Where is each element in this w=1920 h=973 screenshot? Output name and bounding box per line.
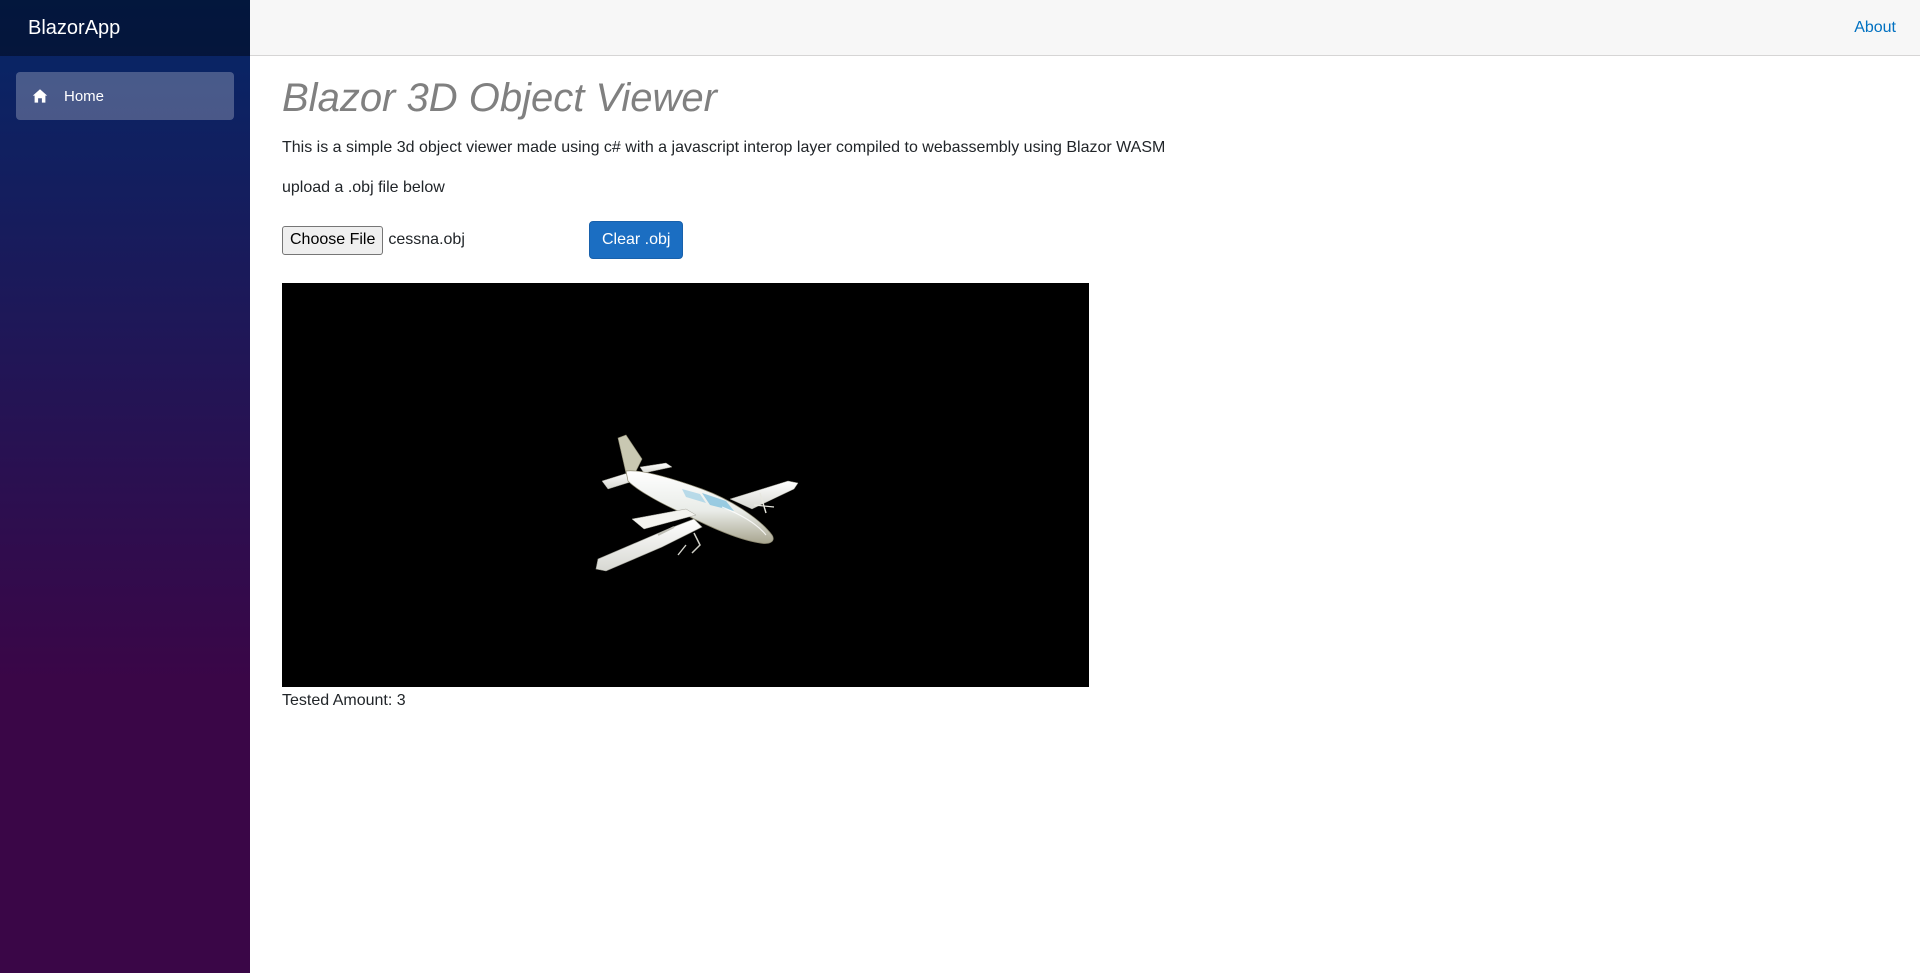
selected-file-name: cessna.obj [388,231,465,248]
airplane-model [595,434,799,572]
page-description: This is a simple 3d object viewer made u… [282,139,1166,156]
sidebar: BlazorApp Home [0,0,250,973]
sidebar-item-label: Home [64,87,105,105]
brand-link[interactable]: BlazorApp [28,17,120,40]
sidebar-nav: Home [0,56,250,120]
app-root: BlazorApp Home About Blazor 3D Object Vi… [0,0,1920,973]
upload-instruction: upload a .obj file below [282,179,445,196]
page-title: Blazor 3D Object Viewer [282,76,717,120]
clear-obj-button[interactable]: Clear .obj [589,221,684,259]
main-area: About Blazor 3D Object Viewer This is a … [250,0,1920,973]
file-controls: Choose File cessna.obj Clear .obj [282,221,1920,259]
choose-file-button[interactable]: Choose File [282,225,384,255]
3d-viewer-canvas[interactable] [282,283,1089,687]
tested-amount: Tested Amount: 3 [282,692,406,709]
about-link[interactable]: About [1854,19,1896,37]
file-input[interactable]: Choose File cessna.obj [282,225,589,255]
sidebar-item-home[interactable]: Home [16,72,234,120]
page-content: Blazor 3D Object Viewer This is a simple… [250,56,1920,713]
home-icon [32,88,48,104]
top-bar: About [250,0,1920,56]
brand-bar: BlazorApp [0,0,250,56]
